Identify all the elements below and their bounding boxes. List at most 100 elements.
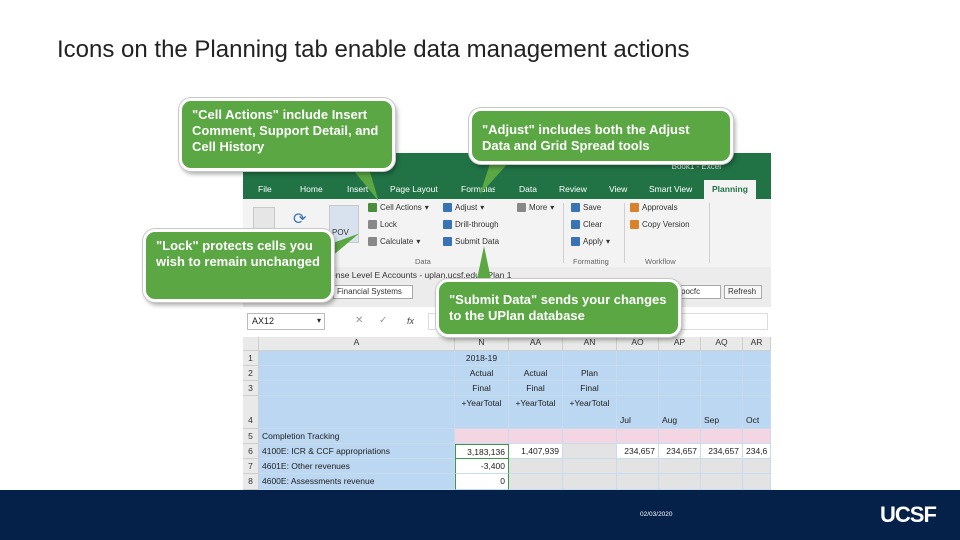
column-header[interactable]: AP <box>659 337 701 351</box>
grid-cell[interactable] <box>743 381 771 396</box>
row-header[interactable]: 7 <box>243 459 259 474</box>
grid-cell[interactable] <box>509 429 563 444</box>
row-header[interactable]: 3 <box>243 381 259 396</box>
enter-icon[interactable]: ✓ <box>379 315 387 326</box>
grid-cell[interactable] <box>455 429 509 444</box>
grid-cell[interactable]: Oct <box>743 396 771 429</box>
tab-data[interactable]: Data <box>519 184 537 194</box>
grid-cell[interactable]: 234,657 <box>659 444 701 459</box>
column-header[interactable]: N <box>455 337 509 351</box>
pov-dropdown[interactable]: Financial Systems <box>333 285 413 299</box>
drill-through-button[interactable]: Drill-through <box>443 220 499 229</box>
grid-cell[interactable]: Actual <box>509 366 563 381</box>
grid-cell[interactable] <box>509 474 563 490</box>
refresh-icon[interactable]: ⟳ <box>293 209 306 229</box>
grid-cell[interactable] <box>701 429 743 444</box>
grid-cell[interactable] <box>659 351 701 366</box>
column-header[interactable]: AA <box>509 337 563 351</box>
grid-cell[interactable] <box>563 459 617 474</box>
grid-cell[interactable] <box>259 381 455 396</box>
grid-cell[interactable] <box>259 396 455 429</box>
grid-cell[interactable]: 0 <box>455 474 509 490</box>
insert-function-button[interactable]: fx <box>407 316 414 326</box>
save-button[interactable]: Save <box>571 203 601 212</box>
cell-actions-button[interactable]: Cell Actions ▾ <box>368 203 429 212</box>
grid-cell[interactable]: +YearTotal <box>563 396 617 429</box>
copy-version-button[interactable]: Copy Version <box>630 220 690 229</box>
grid-cell[interactable] <box>563 444 617 459</box>
name-box[interactable]: AX12 ▾ <box>247 313 325 330</box>
row-header[interactable]: 5 <box>243 429 259 444</box>
grid-cell[interactable] <box>617 474 659 490</box>
grid-cell[interactable]: 1,407,939 <box>509 444 563 459</box>
grid-cell[interactable] <box>509 459 563 474</box>
grid-cell[interactable]: 4600E: Assessments revenue <box>259 474 455 490</box>
grid-cell[interactable]: -3,400 <box>455 459 509 474</box>
tab-view[interactable]: View <box>609 184 627 194</box>
grid-cell[interactable] <box>743 429 771 444</box>
row-header[interactable]: 6 <box>243 444 259 459</box>
grid-cell[interactable] <box>563 429 617 444</box>
row-header[interactable]: 4 <box>243 396 259 429</box>
grid-cell[interactable] <box>701 474 743 490</box>
grid-cell[interactable] <box>743 366 771 381</box>
grid-cell[interactable]: Plan <box>563 366 617 381</box>
grid-cell[interactable]: Jul <box>617 396 659 429</box>
grid-cell[interactable] <box>617 381 659 396</box>
grid-cell[interactable] <box>659 429 701 444</box>
grid-cell[interactable]: Completion Tracking <box>259 429 455 444</box>
sheet-info-icon[interactable] <box>253 207 275 229</box>
grid-cell[interactable] <box>701 381 743 396</box>
grid-cell[interactable] <box>659 366 701 381</box>
column-header[interactable]: A <box>259 337 455 351</box>
row-header[interactable]: 1 <box>243 351 259 366</box>
grid-cell[interactable]: 3,183,136 <box>455 444 509 459</box>
grid-cell[interactable]: Final <box>509 381 563 396</box>
refresh-button[interactable]: Refresh <box>724 285 762 299</box>
more-button[interactable]: More ▾ <box>517 203 554 212</box>
select-all-corner[interactable] <box>243 337 259 351</box>
grid-cell[interactable]: Final <box>563 381 617 396</box>
grid-cell[interactable]: Aug <box>659 396 701 429</box>
tab-file[interactable]: File <box>258 184 272 194</box>
grid-cell[interactable] <box>259 366 455 381</box>
grid-cell[interactable]: +YearTotal <box>455 396 509 429</box>
grid-cell[interactable] <box>563 474 617 490</box>
grid-cell[interactable] <box>743 474 771 490</box>
grid-cell[interactable] <box>659 381 701 396</box>
grid-cell[interactable] <box>509 351 563 366</box>
tab-review[interactable]: Review <box>559 184 587 194</box>
clear-button[interactable]: Clear <box>571 220 602 229</box>
grid-cell[interactable] <box>701 459 743 474</box>
submit-data-button[interactable]: Submit Data <box>443 237 499 246</box>
grid-cell[interactable] <box>617 429 659 444</box>
tab-home[interactable]: Home <box>300 184 323 194</box>
grid-cell[interactable]: 4601E: Other revenues <box>259 459 455 474</box>
apply-button[interactable]: Apply ▾ <box>571 237 610 246</box>
grid-cell[interactable]: 2018-19 <box>455 351 509 366</box>
column-header[interactable]: AN <box>563 337 617 351</box>
column-header[interactable]: AQ <box>701 337 743 351</box>
lock-button[interactable]: Lock <box>368 220 397 229</box>
tab-smart-view[interactable]: Smart View <box>649 184 692 194</box>
calculate-button[interactable]: Calculate ▾ <box>368 237 420 246</box>
adjust-button[interactable]: Adjust ▾ <box>443 203 484 212</box>
grid-cell[interactable]: 4100E: ICR & CCF appropriations <box>259 444 455 459</box>
grid-cell[interactable] <box>701 366 743 381</box>
grid-cell[interactable] <box>701 351 743 366</box>
approvals-button[interactable]: Approvals <box>630 203 678 212</box>
grid-cell[interactable]: Final <box>455 381 509 396</box>
column-header[interactable]: AO <box>617 337 659 351</box>
grid-cell[interactable] <box>259 351 455 366</box>
grid-cell[interactable]: Actual <box>455 366 509 381</box>
cancel-icon[interactable]: ✕ <box>355 315 363 326</box>
grid-cell[interactable] <box>659 459 701 474</box>
grid-cell[interactable]: Sep <box>701 396 743 429</box>
grid-cell[interactable] <box>563 351 617 366</box>
grid-cell[interactable]: +YearTotal <box>509 396 563 429</box>
grid-cell[interactable]: 234,657 <box>701 444 743 459</box>
grid-cell[interactable] <box>659 474 701 490</box>
grid-cell[interactable] <box>743 351 771 366</box>
grid-cell[interactable] <box>743 459 771 474</box>
grid-cell[interactable]: 234,6 <box>743 444 771 459</box>
